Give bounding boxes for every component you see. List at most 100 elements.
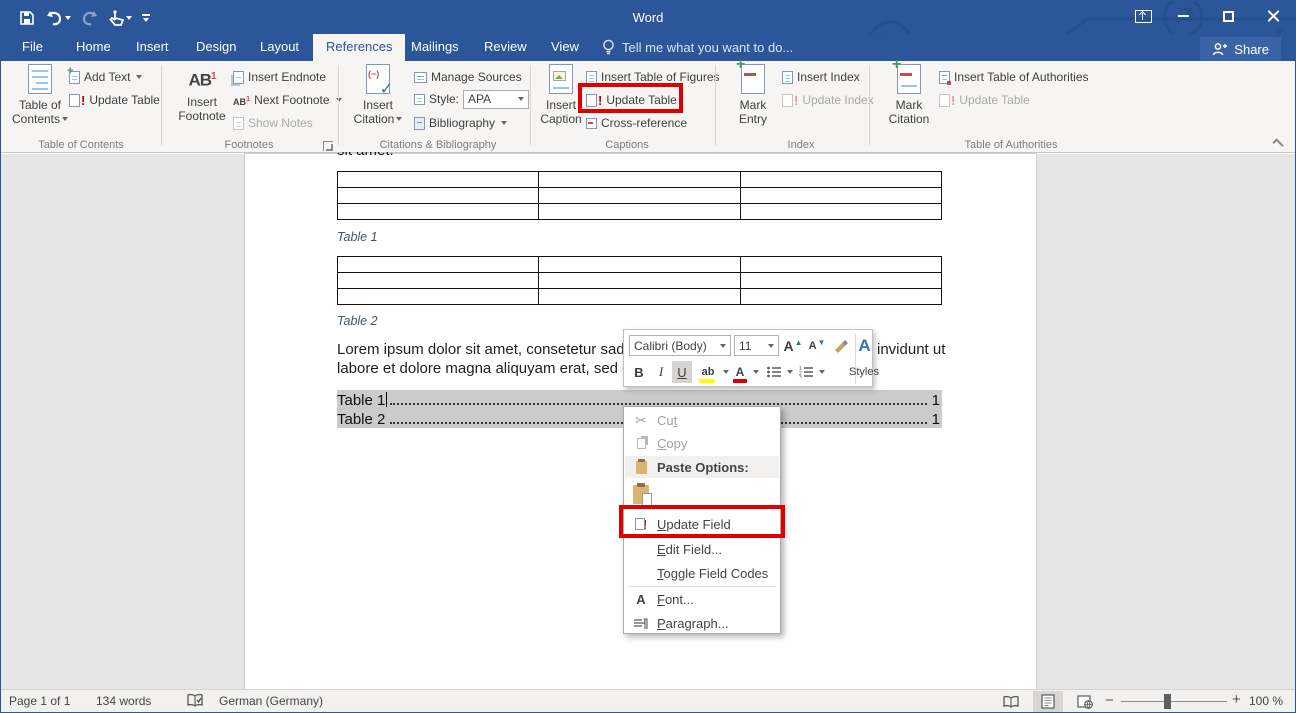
collapse-ribbon-chevron[interactable] <box>1272 138 1283 149</box>
insert-table-of-authorities-button[interactable]: Insert Table of Authorities <box>939 67 1089 87</box>
add-text-icon: + <box>69 71 80 84</box>
word-window: Word File Home Insert Design Layout Refe… <box>0 0 1296 713</box>
tab-review[interactable]: Review <box>471 34 540 61</box>
update-index-button-disabled: ! Update Index <box>782 90 874 110</box>
menu-item-update-field[interactable]: ! Update Field <box>625 511 779 537</box>
text-highlight-caret[interactable] <box>720 361 730 383</box>
text-cursor <box>386 392 387 407</box>
numbering-button[interactable]: 123 <box>796 361 816 383</box>
update-table-captions-button[interactable]: ! Update Table <box>586 90 677 110</box>
tab-file[interactable]: File <box>9 34 56 61</box>
mark-entry-button[interactable]: + Mark Entry <box>728 64 778 126</box>
tab-mailings[interactable]: Mailings <box>398 34 472 61</box>
page-indicator[interactable]: Page 1 of 1 <box>9 694 70 708</box>
proofing-status-icon[interactable] <box>187 693 204 709</box>
underline-button-active[interactable]: U <box>672 361 692 383</box>
tab-layout[interactable]: Layout <box>247 34 312 61</box>
footnotes-dialog-launcher[interactable] <box>323 141 333 151</box>
read-mode-button[interactable] <box>996 691 1026 712</box>
format-painter-icon <box>833 338 849 354</box>
font-size-combo[interactable]: 11 <box>734 335 779 356</box>
bullets-caret[interactable] <box>784 361 794 383</box>
tab-insert[interactable]: Insert <box>123 34 182 61</box>
font-color-button[interactable]: A <box>730 361 750 383</box>
tell-me-box[interactable]: Tell me what you want to do... <box>602 34 793 61</box>
context-menu: ✂ Cut Copy Paste Options: <box>623 406 781 634</box>
share-button[interactable]: Share <box>1200 37 1281 61</box>
insert-endnote-icon <box>233 71 244 84</box>
insert-endnote-button[interactable]: Insert Endnote <box>233 67 326 87</box>
citation-style-select[interactable]: APA <box>463 90 529 109</box>
insert-index-button[interactable]: Insert Index <box>782 67 860 87</box>
insert-citation-button[interactable]: (−) ✓ Insert Citation <box>348 64 408 126</box>
mark-citation-button[interactable]: + Mark Citation <box>881 64 937 126</box>
tab-references[interactable]: References <box>313 34 405 61</box>
add-text-button[interactable]: + Add Text <box>69 67 142 87</box>
numbering-caret[interactable] <box>816 361 826 383</box>
italic-button[interactable]: I <box>652 361 670 383</box>
font-dialog-icon: A <box>625 592 657 607</box>
print-layout-button[interactable] <box>1033 691 1063 712</box>
zoom-in-button[interactable]: + <box>1232 691 1241 708</box>
share-person-icon <box>1212 42 1227 57</box>
update-table-toc-button[interactable]: ! Update Table <box>69 90 160 110</box>
zoom-out-button[interactable]: − <box>1105 692 1114 709</box>
manage-sources-icon <box>414 72 427 83</box>
next-footnote-button[interactable]: AB1 Next Footnote <box>233 90 342 110</box>
close-button[interactable] <box>1251 1 1295 31</box>
style-icon <box>414 94 425 105</box>
menu-item-paragraph[interactable]: Paragraph... <box>625 612 779 635</box>
menu-item-font[interactable]: A Font... <box>625 588 779 611</box>
font-name-combo[interactable]: Calibri (Body) <box>629 335 731 356</box>
menu-separator <box>628 586 776 587</box>
update-field-icon: ! <box>625 518 657 531</box>
insert-caption-button[interactable]: Insert Caption <box>537 64 585 126</box>
insert-footnote-button[interactable]: AB1 Insert Footnote <box>173 64 231 123</box>
tab-view[interactable]: View <box>538 34 592 61</box>
zoom-level[interactable]: 100 % <box>1249 694 1283 708</box>
minimize-button[interactable] <box>1161 1 1205 31</box>
manage-sources-button[interactable]: Manage Sources <box>414 67 522 87</box>
tab-home[interactable]: Home <box>63 34 124 61</box>
show-notes-button-disabled: Show Notes <box>233 113 313 133</box>
insert-index-icon <box>782 71 793 84</box>
document-table-1[interactable] <box>337 171 942 220</box>
bullets-button[interactable] <box>764 361 784 383</box>
bold-button[interactable]: B <box>629 361 649 383</box>
insert-table-of-figures-button[interactable]: Insert Table of Figures <box>586 67 720 87</box>
paragraph-line1-left[interactable]: Lorem ipsum dolor sit amet, consetetur s… <box>337 341 655 358</box>
paragraph-line1-right[interactable]: invidunt ut <box>877 341 945 358</box>
document-area[interactable]: sit amet. Table 1 Table 2 Lorem ipsum do… <box>1 154 1295 689</box>
font-color-caret[interactable] <box>750 361 760 383</box>
lightbulb-icon <box>602 39 615 56</box>
grow-font-button[interactable]: A▲ <box>782 335 804 357</box>
table-2-caption[interactable]: Table 2 <box>337 314 378 328</box>
share-label: Share <box>1234 42 1269 57</box>
table-1-caption[interactable]: Table 1 <box>337 230 378 244</box>
language-indicator[interactable]: German (Germany) <box>219 694 323 708</box>
window-title: Word <box>1 10 1295 25</box>
mark-entry-icon: + <box>741 64 765 94</box>
cross-reference-button[interactable]: Cross-reference <box>586 113 687 133</box>
document-table-2[interactable] <box>337 256 942 305</box>
shrink-font-button[interactable]: A▼ <box>806 335 828 357</box>
menu-item-edit-field[interactable]: Edit Field... <box>625 538 779 561</box>
toc-label-line2: Contents <box>12 112 60 126</box>
zoom-slider-thumb[interactable] <box>1164 694 1171 709</box>
zoom-slider-track[interactable] <box>1121 701 1227 702</box>
ribbon-display-options-button[interactable] <box>1121 1 1165 31</box>
text-highlight-button[interactable]: ab <box>696 361 720 383</box>
tab-design[interactable]: Design <box>183 34 249 61</box>
word-count[interactable]: 134 words <box>96 694 151 708</box>
maximize-button[interactable] <box>1206 1 1250 31</box>
toc-entry-page: 1 <box>932 392 942 409</box>
format-painter-button[interactable] <box>830 335 852 357</box>
paragraph-line2-left[interactable]: labore et dolore magna aliquyam erat, se… <box>337 360 655 377</box>
menu-item-toggle-field-codes[interactable]: Toggle Field Codes <box>625 562 779 585</box>
web-layout-button[interactable] <box>1070 691 1100 712</box>
bibliography-button[interactable]: Bibliography <box>414 113 507 133</box>
paste-option-keep-text[interactable] <box>625 479 779 509</box>
table-of-contents-button[interactable]: Table of Contents <box>11 64 69 126</box>
numbering-icon: 123 <box>799 366 813 378</box>
styles-button[interactable]: A <box>857 333 872 359</box>
